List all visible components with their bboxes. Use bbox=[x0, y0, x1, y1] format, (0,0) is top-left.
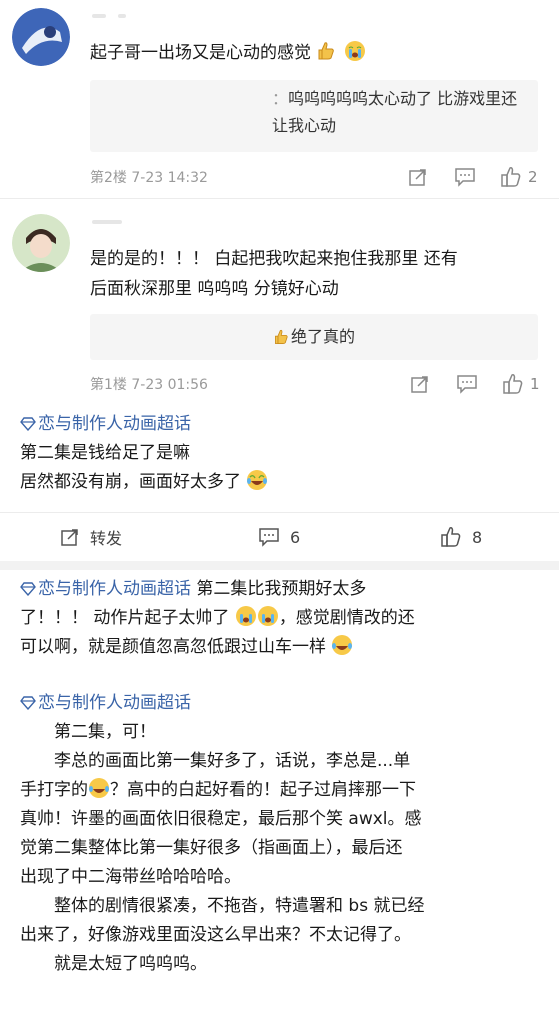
like-icon bbox=[503, 374, 523, 394]
share-icon bbox=[61, 529, 78, 546]
like-button[interactable]: 1 bbox=[502, 371, 540, 397]
comment-meta-row: 第2楼 7-23 14:32 2 bbox=[90, 164, 547, 190]
avatar[interactable] bbox=[12, 8, 70, 66]
diamond-topic-icon bbox=[20, 582, 36, 596]
like-icon bbox=[501, 167, 521, 187]
like-count: 1 bbox=[530, 375, 540, 393]
laughing-crying-emoji bbox=[88, 777, 110, 799]
like-button[interactable]: 2 bbox=[500, 164, 538, 190]
post-action-bar: 转发 6 8 bbox=[0, 514, 559, 560]
username-blurred[interactable] bbox=[92, 220, 122, 224]
super-topic-link[interactable]: 恋与制作人动画超话 bbox=[20, 414, 191, 434]
comment-icon bbox=[455, 168, 475, 187]
weibo-post: 恋与制作人动画超话 第二集比我预期好太多 了！！！ 动作片起子太帅了 ，感觉剧情… bbox=[20, 579, 415, 657]
weibo-post: 恋与制作人动画超话 第二集，可！ 李总的画面比第一集好多了，话说，李总是...单… bbox=[20, 693, 425, 974]
weibo-post: 恋与制作人动画超话 第二集是钱给足了是嘛 居然都没有崩，画面好太多了 bbox=[20, 410, 539, 497]
share-button[interactable] bbox=[410, 371, 430, 397]
share-button[interactable] bbox=[408, 164, 428, 190]
laughing-crying-emoji bbox=[331, 634, 353, 656]
comment-button[interactable] bbox=[454, 164, 476, 190]
like-icon bbox=[441, 527, 461, 547]
comment-button[interactable] bbox=[456, 371, 478, 397]
post-line: 第二集是钱给足了是嘛 bbox=[20, 443, 190, 463]
like-button[interactable]: 8 bbox=[440, 514, 482, 560]
comment-count: 6 bbox=[290, 527, 301, 547]
repost-button[interactable]: 转发 bbox=[60, 514, 122, 560]
floor-and-time: 第1楼 7-23 01:56 bbox=[90, 377, 208, 393]
repost-label: 转发 bbox=[90, 529, 123, 548]
thumbs-up-emoji bbox=[273, 328, 291, 346]
crying-emoji bbox=[235, 605, 257, 627]
laughing-crying-emoji bbox=[246, 469, 268, 491]
diamond-topic-icon bbox=[20, 417, 36, 431]
separator bbox=[0, 561, 559, 570]
thumbs-up-emoji bbox=[316, 40, 338, 62]
floor-and-time: 第2楼 7-23 14:32 bbox=[90, 170, 208, 186]
crying-emoji bbox=[257, 605, 279, 627]
post-line: 居然都没有崩，画面好太多了 bbox=[20, 468, 539, 497]
username-blurred[interactable] bbox=[118, 14, 126, 18]
super-topic-link[interactable]: 恋与制作人动画超话 bbox=[20, 693, 191, 713]
share-icon bbox=[411, 376, 428, 393]
comment-text: 是的是的！！！ 白起把我吹起来抱住我那里 还有 后面秋深那里 呜呜呜 分镜好心动 bbox=[90, 249, 458, 299]
like-count: 2 bbox=[528, 168, 538, 186]
like-count: 8 bbox=[472, 527, 483, 547]
username-blurred[interactable] bbox=[92, 14, 106, 18]
reply-text: 呜呜呜呜呜太心动了 比游戏里还让我心动 bbox=[272, 89, 518, 135]
comment-button[interactable]: 6 bbox=[258, 514, 300, 560]
reply-preview[interactable]: 绝了真的 bbox=[90, 314, 538, 360]
super-topic-link[interactable]: 恋与制作人动画超话 bbox=[20, 579, 196, 599]
comment-icon bbox=[457, 375, 477, 394]
share-icon bbox=[409, 169, 426, 186]
separator bbox=[0, 512, 559, 513]
separator bbox=[0, 198, 559, 199]
comment-icon bbox=[259, 528, 279, 547]
reply-preview[interactable]: ：呜呜呜呜呜太心动了 比游戏里还让我心动 bbox=[90, 80, 538, 152]
crying-emoji bbox=[344, 40, 366, 62]
diamond-topic-icon bbox=[20, 696, 36, 710]
comment-text: 起子哥一出场又是心动的感觉 bbox=[90, 38, 535, 68]
avatar[interactable] bbox=[12, 214, 70, 272]
comment-meta-row: 第1楼 7-23 01:56 1 bbox=[90, 371, 547, 397]
reply-text: 绝了真的 bbox=[290, 327, 355, 346]
